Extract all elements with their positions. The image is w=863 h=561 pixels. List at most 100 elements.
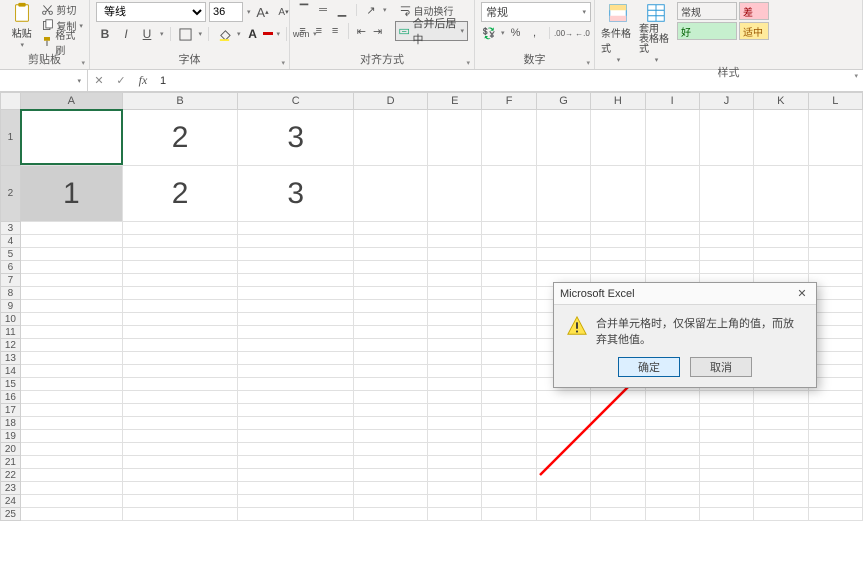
dialog-cancel-button[interactable]: 取消 xyxy=(690,357,752,377)
cell[interactable] xyxy=(536,443,590,456)
row-header[interactable]: 7 xyxy=(1,274,21,287)
dialog-ok-button[interactable]: 确定 xyxy=(618,357,680,377)
cell[interactable] xyxy=(699,469,753,482)
cell[interactable] xyxy=(122,378,238,391)
cell[interactable] xyxy=(354,248,428,261)
cell[interactable]: 3 xyxy=(238,166,354,222)
cell[interactable] xyxy=(354,495,428,508)
cell[interactable]: 2 xyxy=(122,110,238,166)
cell[interactable] xyxy=(591,166,645,222)
cell[interactable] xyxy=(238,404,354,417)
increase-font-button[interactable]: A▴ xyxy=(254,3,272,21)
cell[interactable] xyxy=(808,417,862,430)
cell[interactable] xyxy=(754,248,808,261)
cell[interactable] xyxy=(482,235,536,248)
cell[interactable] xyxy=(591,456,645,469)
cell[interactable] xyxy=(122,222,238,235)
orientation-button[interactable]: ↗ xyxy=(363,2,379,18)
row-header[interactable]: 6 xyxy=(1,261,21,274)
cell[interactable] xyxy=(354,482,428,495)
cell[interactable] xyxy=(122,456,238,469)
cell[interactable] xyxy=(591,417,645,430)
cell[interactable] xyxy=(428,235,482,248)
cell[interactable] xyxy=(645,417,699,430)
row-header[interactable]: 15 xyxy=(1,378,21,391)
cell[interactable] xyxy=(482,326,536,339)
cell[interactable] xyxy=(428,404,482,417)
cell[interactable] xyxy=(808,508,862,521)
row-header[interactable]: 8 xyxy=(1,287,21,300)
cell[interactable] xyxy=(699,508,753,521)
cell[interactable] xyxy=(699,110,753,166)
cell[interactable] xyxy=(20,378,122,391)
cell[interactable] xyxy=(354,326,428,339)
cell[interactable] xyxy=(591,110,645,166)
cell[interactable] xyxy=(354,222,428,235)
cell[interactable] xyxy=(536,110,590,166)
dialog-close-button[interactable]: ✕ xyxy=(794,286,810,302)
row-header[interactable]: 23 xyxy=(1,482,21,495)
cell[interactable] xyxy=(536,235,590,248)
cell[interactable] xyxy=(482,339,536,352)
cell[interactable] xyxy=(645,469,699,482)
row-header[interactable]: 21 xyxy=(1,456,21,469)
cell[interactable] xyxy=(354,110,428,166)
cell[interactable] xyxy=(428,391,482,404)
cell[interactable] xyxy=(591,430,645,443)
row-header[interactable]: 2 xyxy=(1,166,21,222)
cell[interactable] xyxy=(536,166,590,222)
cell[interactable] xyxy=(354,430,428,443)
row-header[interactable]: 17 xyxy=(1,404,21,417)
cell[interactable] xyxy=(699,261,753,274)
cell[interactable] xyxy=(482,430,536,443)
cell[interactable] xyxy=(645,482,699,495)
cell[interactable] xyxy=(238,287,354,300)
cell[interactable] xyxy=(591,261,645,274)
cancel-formula-button[interactable]: ✕ xyxy=(88,70,110,91)
cell[interactable] xyxy=(591,222,645,235)
cell[interactable] xyxy=(482,417,536,430)
cell[interactable] xyxy=(645,166,699,222)
cell[interactable] xyxy=(808,443,862,456)
row-header[interactable]: 19 xyxy=(1,430,21,443)
cell[interactable] xyxy=(238,222,354,235)
cell[interactable] xyxy=(238,508,354,521)
cell[interactable] xyxy=(536,404,590,417)
cell[interactable] xyxy=(699,430,753,443)
cell[interactable] xyxy=(645,222,699,235)
align-right-button[interactable]: ≡ xyxy=(328,23,341,39)
cell[interactable] xyxy=(122,508,238,521)
cell[interactable] xyxy=(428,430,482,443)
col-header[interactable]: K xyxy=(754,93,808,110)
cell[interactable] xyxy=(482,391,536,404)
cell[interactable] xyxy=(645,456,699,469)
col-header[interactable]: E xyxy=(428,93,482,110)
cell[interactable] xyxy=(238,456,354,469)
bold-button[interactable]: B xyxy=(96,25,114,43)
cell-style-bad[interactable]: 差 xyxy=(739,2,769,20)
cell[interactable] xyxy=(482,469,536,482)
cell[interactable] xyxy=(428,110,482,166)
cell[interactable] xyxy=(238,378,354,391)
cell[interactable] xyxy=(536,482,590,495)
row-header[interactable]: 16 xyxy=(1,391,21,404)
cell[interactable] xyxy=(20,469,122,482)
cell[interactable] xyxy=(536,508,590,521)
cell[interactable] xyxy=(238,391,354,404)
font-color-button[interactable]: A xyxy=(244,25,262,43)
cell[interactable] xyxy=(354,274,428,287)
cell[interactable] xyxy=(428,248,482,261)
cell[interactable] xyxy=(354,456,428,469)
col-header[interactable]: B xyxy=(122,93,238,110)
border-button[interactable] xyxy=(177,25,195,43)
cell[interactable] xyxy=(238,430,354,443)
cell[interactable] xyxy=(808,495,862,508)
cell[interactable] xyxy=(482,352,536,365)
cell[interactable] xyxy=(645,261,699,274)
align-left-button[interactable]: ≡ xyxy=(296,23,309,39)
cell[interactable] xyxy=(122,482,238,495)
cell[interactable] xyxy=(591,482,645,495)
col-header[interactable]: H xyxy=(591,93,645,110)
col-header[interactable]: F xyxy=(482,93,536,110)
cell[interactable] xyxy=(482,313,536,326)
